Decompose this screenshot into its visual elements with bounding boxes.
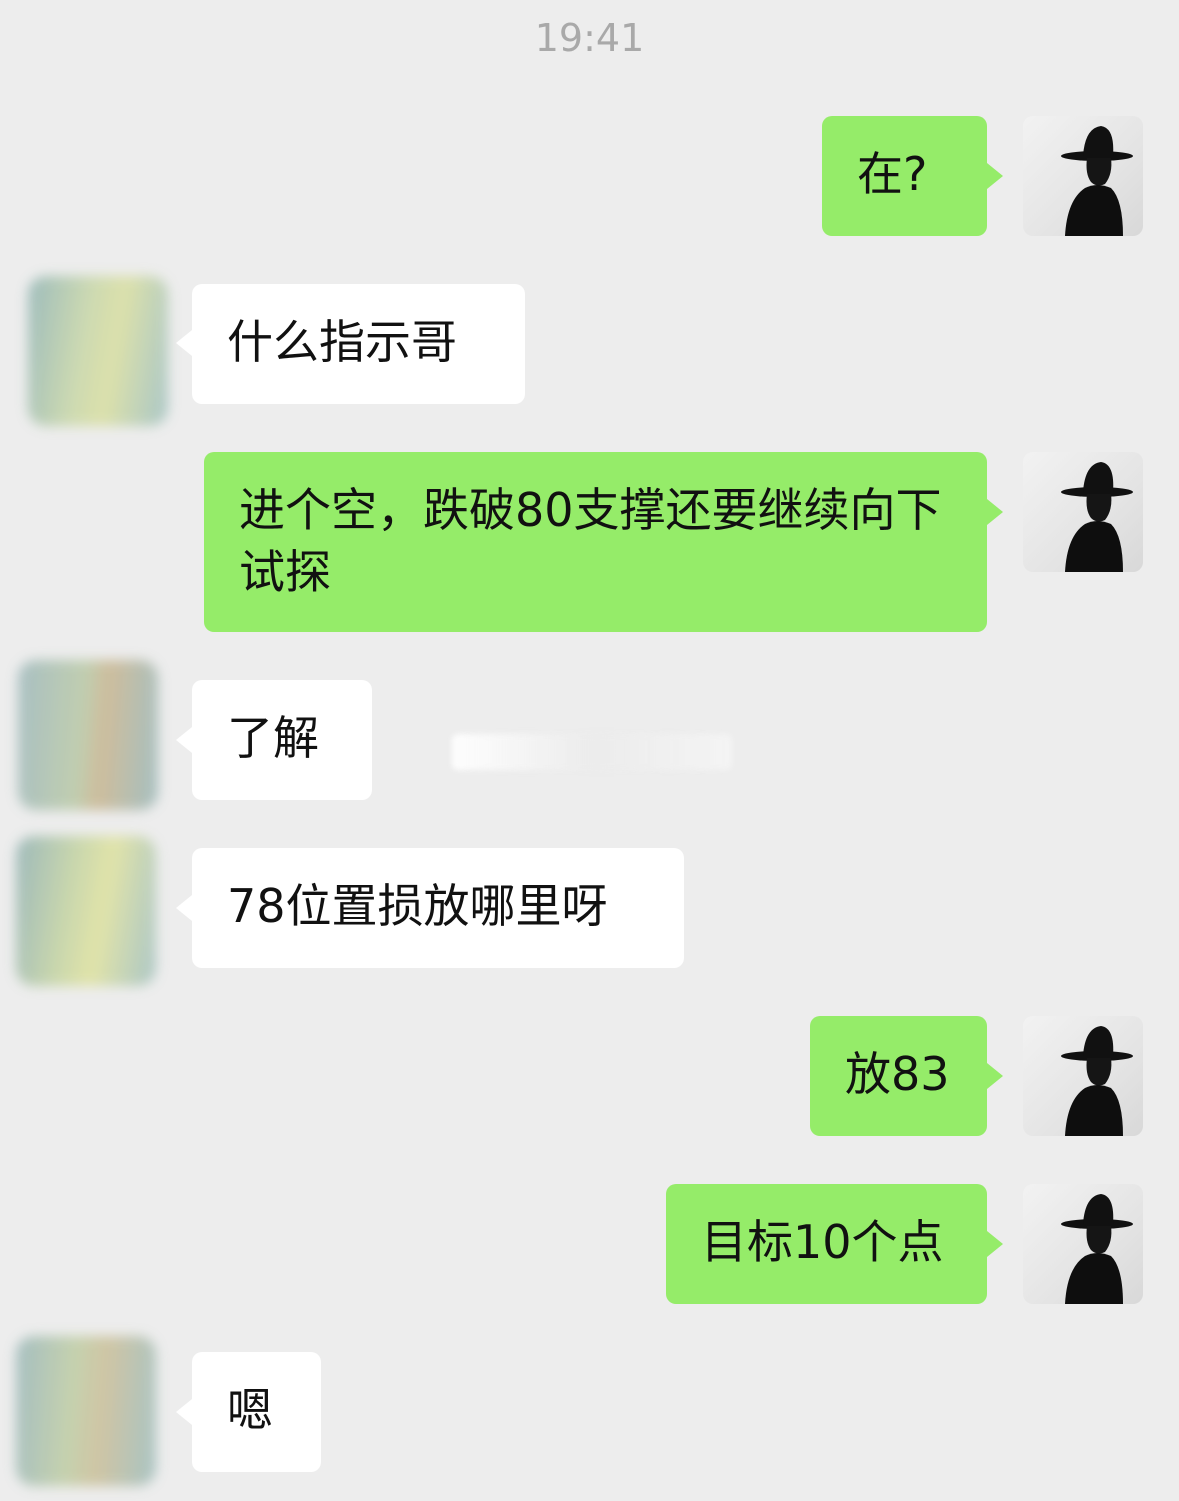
silhouette-hat-avatar-icon (1061, 1194, 1133, 1304)
message-text: 目标10个点 (701, 1215, 944, 1269)
message-text: 进个空，跌破80支撑还要继续向下试探 (239, 483, 942, 599)
message-text: 78位置损放哪里呀 (227, 879, 608, 933)
bubble-tail (176, 727, 192, 753)
my-avatar[interactable] (1023, 1184, 1143, 1304)
blurred-smudge (452, 734, 732, 770)
silhouette-hat-avatar-icon (1061, 1026, 1133, 1136)
bubble-tail (987, 1063, 1003, 1089)
message-bubble-sent[interactable]: 在? (822, 116, 987, 236)
message-bubble-received[interactable]: 78位置损放哪里呀 (192, 848, 684, 968)
bubble-tail (176, 330, 192, 356)
message-bubble-sent[interactable]: 进个空，跌破80支撑还要继续向下试探 (204, 452, 987, 632)
bubble-tail (176, 1399, 192, 1425)
silhouette-hat-avatar-icon (1061, 126, 1133, 236)
message-bubble-received[interactable]: 了解 (192, 680, 372, 800)
their-avatar[interactable] (18, 660, 158, 810)
my-avatar[interactable] (1023, 1016, 1143, 1136)
bubble-tail (176, 895, 192, 921)
silhouette-hat-avatar-icon (1061, 462, 1133, 572)
my-avatar[interactable] (1023, 452, 1143, 572)
bubble-tail (987, 163, 1003, 189)
their-avatar[interactable] (16, 836, 156, 986)
message-bubble-sent[interactable]: 放83 (810, 1016, 987, 1136)
bubble-tail (987, 1231, 1003, 1257)
their-avatar[interactable] (28, 276, 168, 426)
message-text: 什么指示哥 (227, 315, 457, 369)
bubble-tail (987, 499, 1003, 525)
message-text: 放83 (845, 1047, 950, 1101)
message-bubble-sent[interactable]: 目标10个点 (666, 1184, 987, 1304)
their-avatar[interactable] (16, 1336, 156, 1486)
message-text: 在? (857, 147, 928, 201)
message-bubble-received[interactable]: 嗯 (192, 1352, 321, 1472)
message-bubble-received[interactable]: 什么指示哥 (192, 284, 525, 404)
message-text: 嗯 (227, 1383, 273, 1437)
message-text: 了解 (227, 711, 319, 765)
chat-timestamp: 19:41 (534, 16, 645, 60)
my-avatar[interactable] (1023, 116, 1143, 236)
